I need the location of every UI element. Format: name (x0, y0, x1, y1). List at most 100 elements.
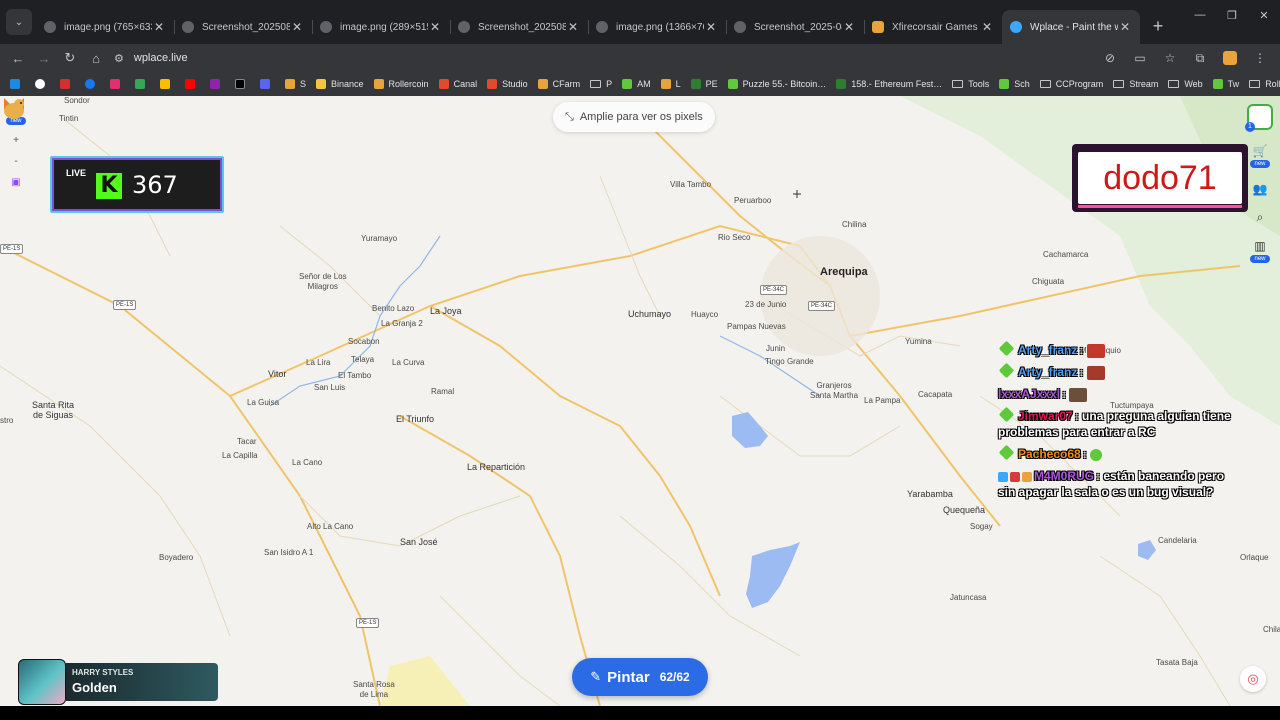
chat-username[interactable]: lxxxAJxxxl (998, 387, 1060, 401)
bookmark-item[interactable]: Web (1164, 74, 1206, 94)
bookmark-icon-only[interactable] (56, 74, 79, 94)
tab-close-icon[interactable]: ✕ (566, 20, 580, 34)
browser-tab[interactable]: Xfirecorsair Games | Rolle…✕ (864, 10, 1002, 44)
bookmark-item[interactable]: Canal (435, 74, 482, 94)
chat-username[interactable]: Arty_franz (1018, 365, 1077, 379)
bookmark-icon-only[interactable] (31, 74, 54, 94)
tab-close-icon[interactable]: ✕ (428, 20, 442, 34)
extensions-icon[interactable]: ⧉ (1188, 46, 1212, 70)
bookmark-item[interactable]: S (281, 74, 310, 94)
chat-username[interactable]: Arty_franz (1018, 343, 1077, 357)
tab-close-icon[interactable]: ✕ (980, 20, 994, 34)
forward-button[interactable]: → (32, 46, 56, 70)
leaderboard-button[interactable]: ▥ new (1250, 239, 1270, 263)
zoom-hint-banner[interactable]: ⤡ Amplie para ver os pixels (553, 102, 715, 132)
wplace-logo-button[interactable]: 1 (1245, 104, 1273, 132)
tab-close-icon[interactable]: ✕ (704, 20, 718, 34)
bookmark-item[interactable]: Puzzle 55.- Bitcoin… (724, 74, 831, 94)
bookmark-item[interactable]: Studio (483, 74, 532, 94)
bookmark-icon-only[interactable] (256, 74, 279, 94)
map-canvas[interactable]: Sondor Tintin Villa Tambo Peruarboo Chilina Y… (0, 96, 1280, 706)
menu-icon[interactable]: ⋮ (1248, 46, 1272, 70)
bookmark-icon-only[interactable] (231, 74, 254, 94)
tab-close-icon[interactable]: ✕ (1118, 20, 1132, 34)
bar-chart-icon: ▥ (1254, 239, 1266, 253)
bookmark-item[interactable]: Tw (1209, 74, 1244, 94)
home-button[interactable]: ⌂ (84, 46, 108, 70)
minimize-icon[interactable]: — (1184, 0, 1216, 30)
bookmark-label: Sch (1014, 79, 1030, 89)
paint-button[interactable]: ✎ Pintar 62/62 (572, 658, 708, 696)
users-button[interactable]: 👥 (1253, 182, 1268, 196)
bookmark-favicon-icon (999, 79, 1010, 89)
bookmark-item[interactable]: Sch (995, 74, 1034, 94)
bookmark-label: Canal (453, 79, 478, 89)
bookmark-item[interactable]: P (586, 74, 616, 94)
tab-title: Screenshot_20250804_10… (478, 21, 566, 33)
bookmark-label: Studio (502, 79, 528, 89)
bookmark-item[interactable]: 158.- Ethereum Fest… (832, 74, 946, 94)
twitch-icon[interactable]: ▣ (11, 177, 20, 188)
tab-title: Xfirecorsair Games | Rolle… (892, 21, 980, 33)
place-label: Yumina (905, 337, 932, 346)
back-button[interactable]: ← (6, 46, 30, 70)
close-window-icon[interactable]: ✕ (1248, 0, 1280, 30)
browser-tab[interactable]: Screenshot_2025-08-04-1…✕ (726, 10, 864, 44)
address-bar[interactable]: ⚙ wplace.live (114, 46, 1090, 70)
bookmark-favicon-icon (622, 79, 633, 89)
browser-tab[interactable]: Screenshot_20250804_11…✕ (174, 10, 312, 44)
bookmark-item[interactable]: CCProgram (1036, 74, 1108, 94)
zoom-out-button[interactable]: - (14, 156, 17, 167)
chat-username[interactable]: Pacheco68 (1018, 447, 1081, 461)
artist-name: HARRY STYLES (72, 668, 134, 677)
route-shield: PE-1S (113, 300, 137, 310)
bookmark-item[interactable]: CFarm (534, 74, 585, 94)
bookmark-icon-only[interactable] (6, 74, 29, 94)
chat-separator: : (1062, 387, 1070, 401)
favicon-icon (182, 21, 194, 33)
restore-icon[interactable]: ❐ (1216, 0, 1248, 30)
bookmark-icon-only[interactable] (106, 74, 129, 94)
browser-tab[interactable]: image.png (289×515) ✕ (312, 10, 450, 44)
chat-username[interactable]: Jimwar07 (1018, 409, 1073, 423)
tab-close-icon[interactable]: ✕ (152, 20, 166, 34)
bookmark-icon-only[interactable] (156, 74, 179, 94)
bookmark-icon-only[interactable] (181, 74, 204, 94)
site-info-icon[interactable]: ⚙ (114, 52, 124, 65)
bookmark-icon-only[interactable] (81, 74, 104, 94)
chat-username[interactable]: M4M0RUG (1034, 469, 1094, 483)
bookmark-item[interactable]: Rollers (1245, 74, 1280, 94)
bookmark-item[interactable]: Tools (948, 74, 993, 94)
bookmark-icon-only[interactable] (131, 74, 154, 94)
bookmark-item[interactable]: Rollercoin (370, 74, 433, 94)
store-button[interactable]: 🛒 new (1250, 144, 1270, 168)
window-controls: — ❐ ✕ (1184, 0, 1280, 30)
browser-tab[interactable]: image.png (765×633) ✕ (36, 10, 174, 44)
browser-tab[interactable]: Screenshot_20250804_10…✕ (450, 10, 588, 44)
bookmark-item[interactable]: PE (687, 74, 722, 94)
tab-search-button[interactable]: ⌄ (6, 9, 32, 35)
tab-close-icon[interactable]: ✕ (842, 20, 856, 34)
chat-emote-icon (1069, 387, 1088, 402)
browser-tab[interactable]: image.png (1366×768)✕ (588, 10, 726, 44)
bookmark-item[interactable]: Binance (312, 74, 368, 94)
place-label: Granjeros Santa Martha (810, 381, 859, 400)
bookmark-item[interactable]: AM (618, 74, 655, 94)
zoom-in-button[interactable]: + (13, 135, 19, 146)
place-label: El Tambo (338, 371, 372, 380)
reload-button[interactable]: ↻ (58, 46, 82, 70)
place-label: Peruarboo (734, 196, 772, 205)
coin-extension-icon[interactable] (1218, 46, 1242, 70)
new-tab-button[interactable]: + (1144, 12, 1172, 40)
bookmark-star-icon[interactable]: ☆ (1158, 46, 1182, 70)
tab-close-icon[interactable]: ✕ (290, 20, 304, 34)
eye-off-icon[interactable]: ⊘ (1098, 46, 1122, 70)
cast-icon[interactable]: ▭ (1128, 46, 1152, 70)
song-title: Golden (72, 680, 117, 695)
bookmark-item[interactable]: L (657, 74, 685, 94)
bookmark-item[interactable]: Stream (1109, 74, 1162, 94)
search-location-button[interactable]: ⌕ (1257, 210, 1264, 225)
bookmark-icon-only[interactable] (206, 74, 229, 94)
locate-button[interactable]: ◎ (1240, 666, 1266, 692)
browser-tab[interactable]: Wplace - Paint the world✕ (1002, 10, 1140, 44)
